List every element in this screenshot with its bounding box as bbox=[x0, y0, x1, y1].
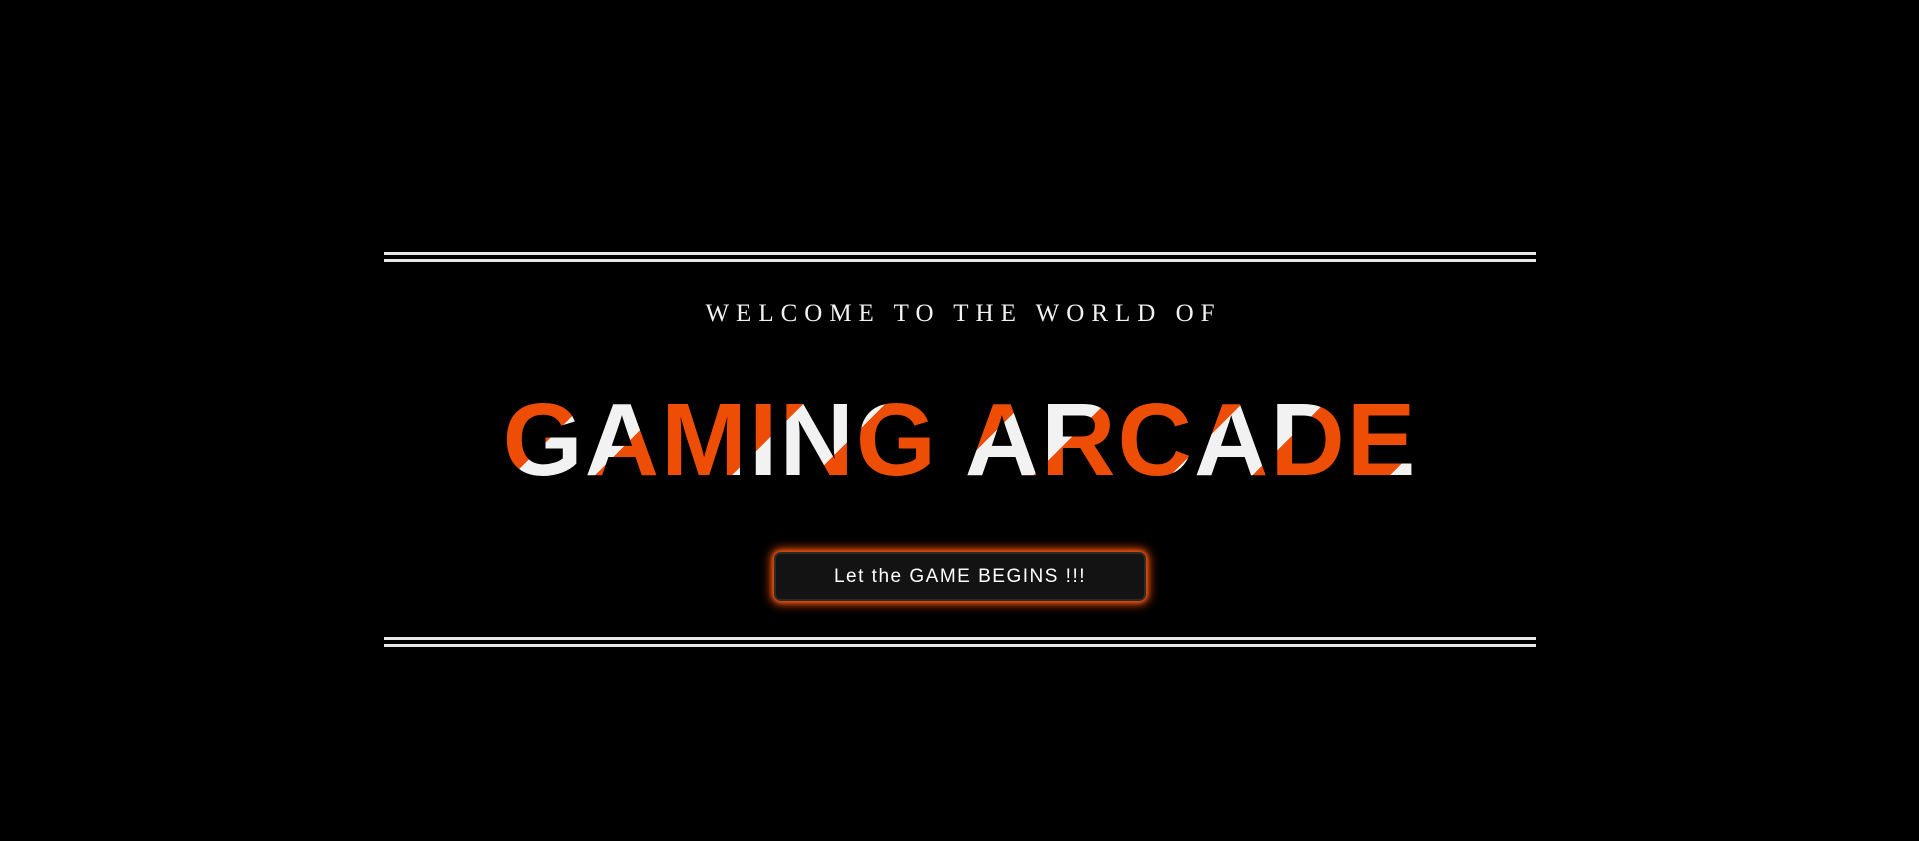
start-game-button[interactable]: Let the GAME BEGINS !!! bbox=[774, 552, 1146, 601]
top-double-rule bbox=[384, 252, 1536, 263]
welcome-subtitle: WELCOME TO THE WORLD OF bbox=[705, 300, 1222, 327]
arcade-title: GAMING ARCADE bbox=[384, 385, 1536, 495]
hero-section: WELCOME TO THE WORLD OF GAMING ARCADE Le… bbox=[384, 252, 1536, 648]
page: WELCOME TO THE WORLD OF GAMING ARCADE Le… bbox=[0, 0, 1919, 841]
bottom-double-rule bbox=[384, 637, 1536, 648]
